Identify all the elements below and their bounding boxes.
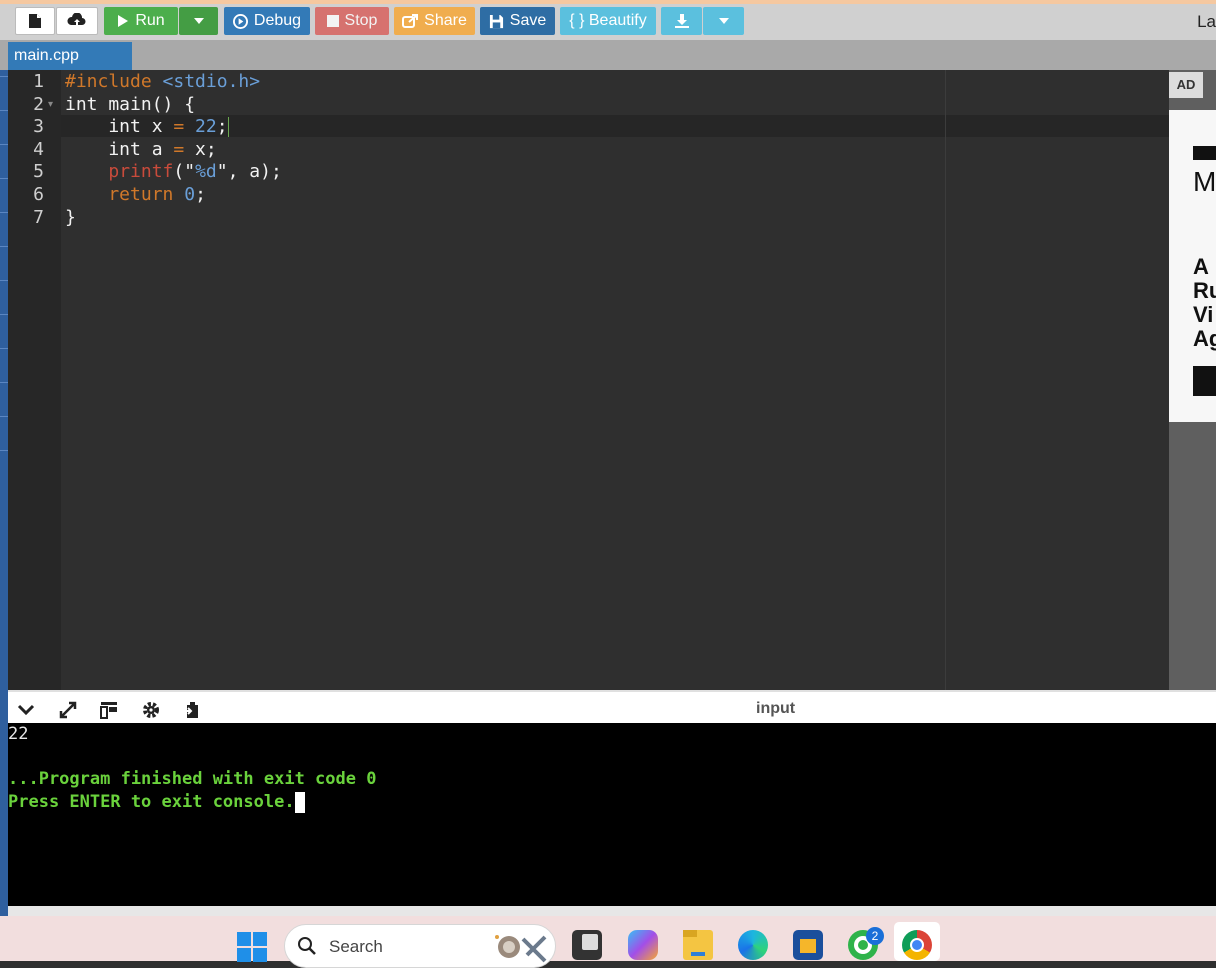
text-caret: [227, 117, 229, 137]
gear-icon[interactable]: [141, 700, 161, 720]
debug-label: Debug: [253, 12, 302, 29]
code-line-7: }: [65, 207, 76, 228]
windows-start-icon[interactable]: [237, 932, 267, 962]
ad-label: AD: [1169, 72, 1203, 98]
task-view-icon[interactable]: [572, 930, 602, 960]
run-dropdown-button[interactable]: [179, 7, 218, 35]
file-tab-bar: main.cpp: [0, 40, 1216, 70]
stop-square-icon: [326, 15, 339, 27]
whatsapp-notification-badge: 2: [866, 927, 884, 945]
download-dropdown-button[interactable]: [703, 7, 744, 35]
tab-main-cpp[interactable]: main.cpp: [8, 42, 132, 70]
caret-down-icon: [718, 18, 729, 24]
line-number: 1: [33, 71, 44, 92]
line-number: 3: [33, 116, 44, 137]
search-highlight-illustration-icon: [495, 935, 547, 963]
language-selector-partial[interactable]: La: [1197, 12, 1216, 32]
ad-text-fragment: Ag: [1193, 326, 1216, 351]
code-line-3: int x = 22;: [65, 116, 229, 137]
beautify-button[interactable]: { } Beautify: [560, 7, 656, 35]
ad-text-fragment: Ru: [1193, 278, 1216, 303]
ad-text-fragment: M: [1193, 166, 1216, 197]
ad-text-fragment: A: [1193, 254, 1209, 279]
stop-label: Stop: [344, 12, 378, 29]
input-label[interactable]: input: [756, 700, 795, 718]
code-line-2: int main() {: [65, 94, 196, 115]
windows-taskbar: [0, 916, 1216, 961]
ad-banner[interactable]: M A Ru Vi Ag: [1169, 110, 1216, 422]
code-line-6: return 0;: [65, 184, 206, 205]
share-button[interactable]: Share: [394, 7, 475, 35]
file-explorer-icon[interactable]: [683, 930, 713, 960]
upload-button[interactable]: [56, 7, 98, 35]
search-placeholder: Search: [329, 937, 383, 956]
share-icon: [402, 14, 419, 28]
ad-text-fragment: Vi: [1193, 302, 1214, 327]
code-editor[interactable]: 1 2 ▾ 3 4 5 6 7 #include <stdio.h> int m…: [8, 70, 1169, 690]
line-number: 4: [33, 139, 44, 160]
line-number: 7: [33, 207, 44, 228]
program-output: 22: [8, 724, 29, 744]
fold-arrow-icon[interactable]: ▾: [48, 99, 53, 110]
taskbar-search-box[interactable]: Search: [284, 924, 556, 968]
line-number: 6: [33, 184, 44, 205]
toolbar: Run Debug Stop Share Save { } Beautify L…: [0, 4, 1216, 40]
debug-play-circle-icon: [232, 13, 248, 29]
press-enter-message: Press ENTER to exit console.: [8, 791, 305, 813]
ad-logo-fragment: [1193, 146, 1216, 160]
run-label: Run: [135, 12, 165, 29]
left-side-strip: [0, 70, 8, 920]
chrome-browser-icon[interactable]: [902, 930, 932, 960]
caret-down-icon: [193, 18, 204, 24]
code-line-4: int a = x;: [65, 139, 217, 160]
ad-cta-block[interactable]: [1193, 366, 1216, 396]
download-button[interactable]: [661, 7, 702, 35]
edge-browser-icon[interactable]: [738, 930, 768, 960]
stop-button[interactable]: Stop: [315, 7, 389, 35]
copilot-icon[interactable]: [628, 930, 658, 960]
new-file-button[interactable]: [15, 7, 55, 35]
share-label: Share: [424, 12, 467, 29]
save-label: Save: [509, 12, 547, 29]
search-icon: [298, 937, 316, 955]
copy-to-clipboard-icon[interactable]: [182, 700, 202, 720]
chevron-down-icon[interactable]: [16, 700, 36, 720]
play-icon: [118, 15, 129, 27]
download-icon: [674, 14, 689, 28]
code-line-5: printf("%d", a);: [108, 161, 282, 182]
console-cursor: [294, 791, 305, 813]
debug-button[interactable]: Debug: [224, 7, 310, 35]
layout-panel-icon[interactable]: [99, 700, 119, 720]
line-number: 2: [33, 94, 44, 115]
console-toolbar: input: [8, 690, 1216, 723]
line-number: 5: [33, 161, 44, 182]
expand-icon[interactable]: [58, 700, 78, 720]
upload-icon: [67, 13, 86, 25]
line-number-gutter: 1 2 ▾ 3 4 5 6 7: [8, 70, 61, 690]
save-button[interactable]: Save: [480, 7, 555, 35]
floppy-disk-icon: [489, 14, 503, 28]
beautify-label: { } Beautify: [569, 12, 647, 29]
console-output[interactable]: 22 ...Program finished with exit code 0 …: [8, 723, 1216, 906]
run-button[interactable]: Run: [104, 7, 178, 35]
new-file-icon: [29, 14, 41, 28]
print-margin: [945, 70, 946, 690]
console-bottom-edge: [8, 906, 1216, 916]
microsoft-store-icon[interactable]: [793, 930, 823, 960]
code-line-1: #include <stdio.h>: [65, 71, 261, 92]
exit-code-message: ...Program finished with exit code 0: [8, 769, 377, 789]
